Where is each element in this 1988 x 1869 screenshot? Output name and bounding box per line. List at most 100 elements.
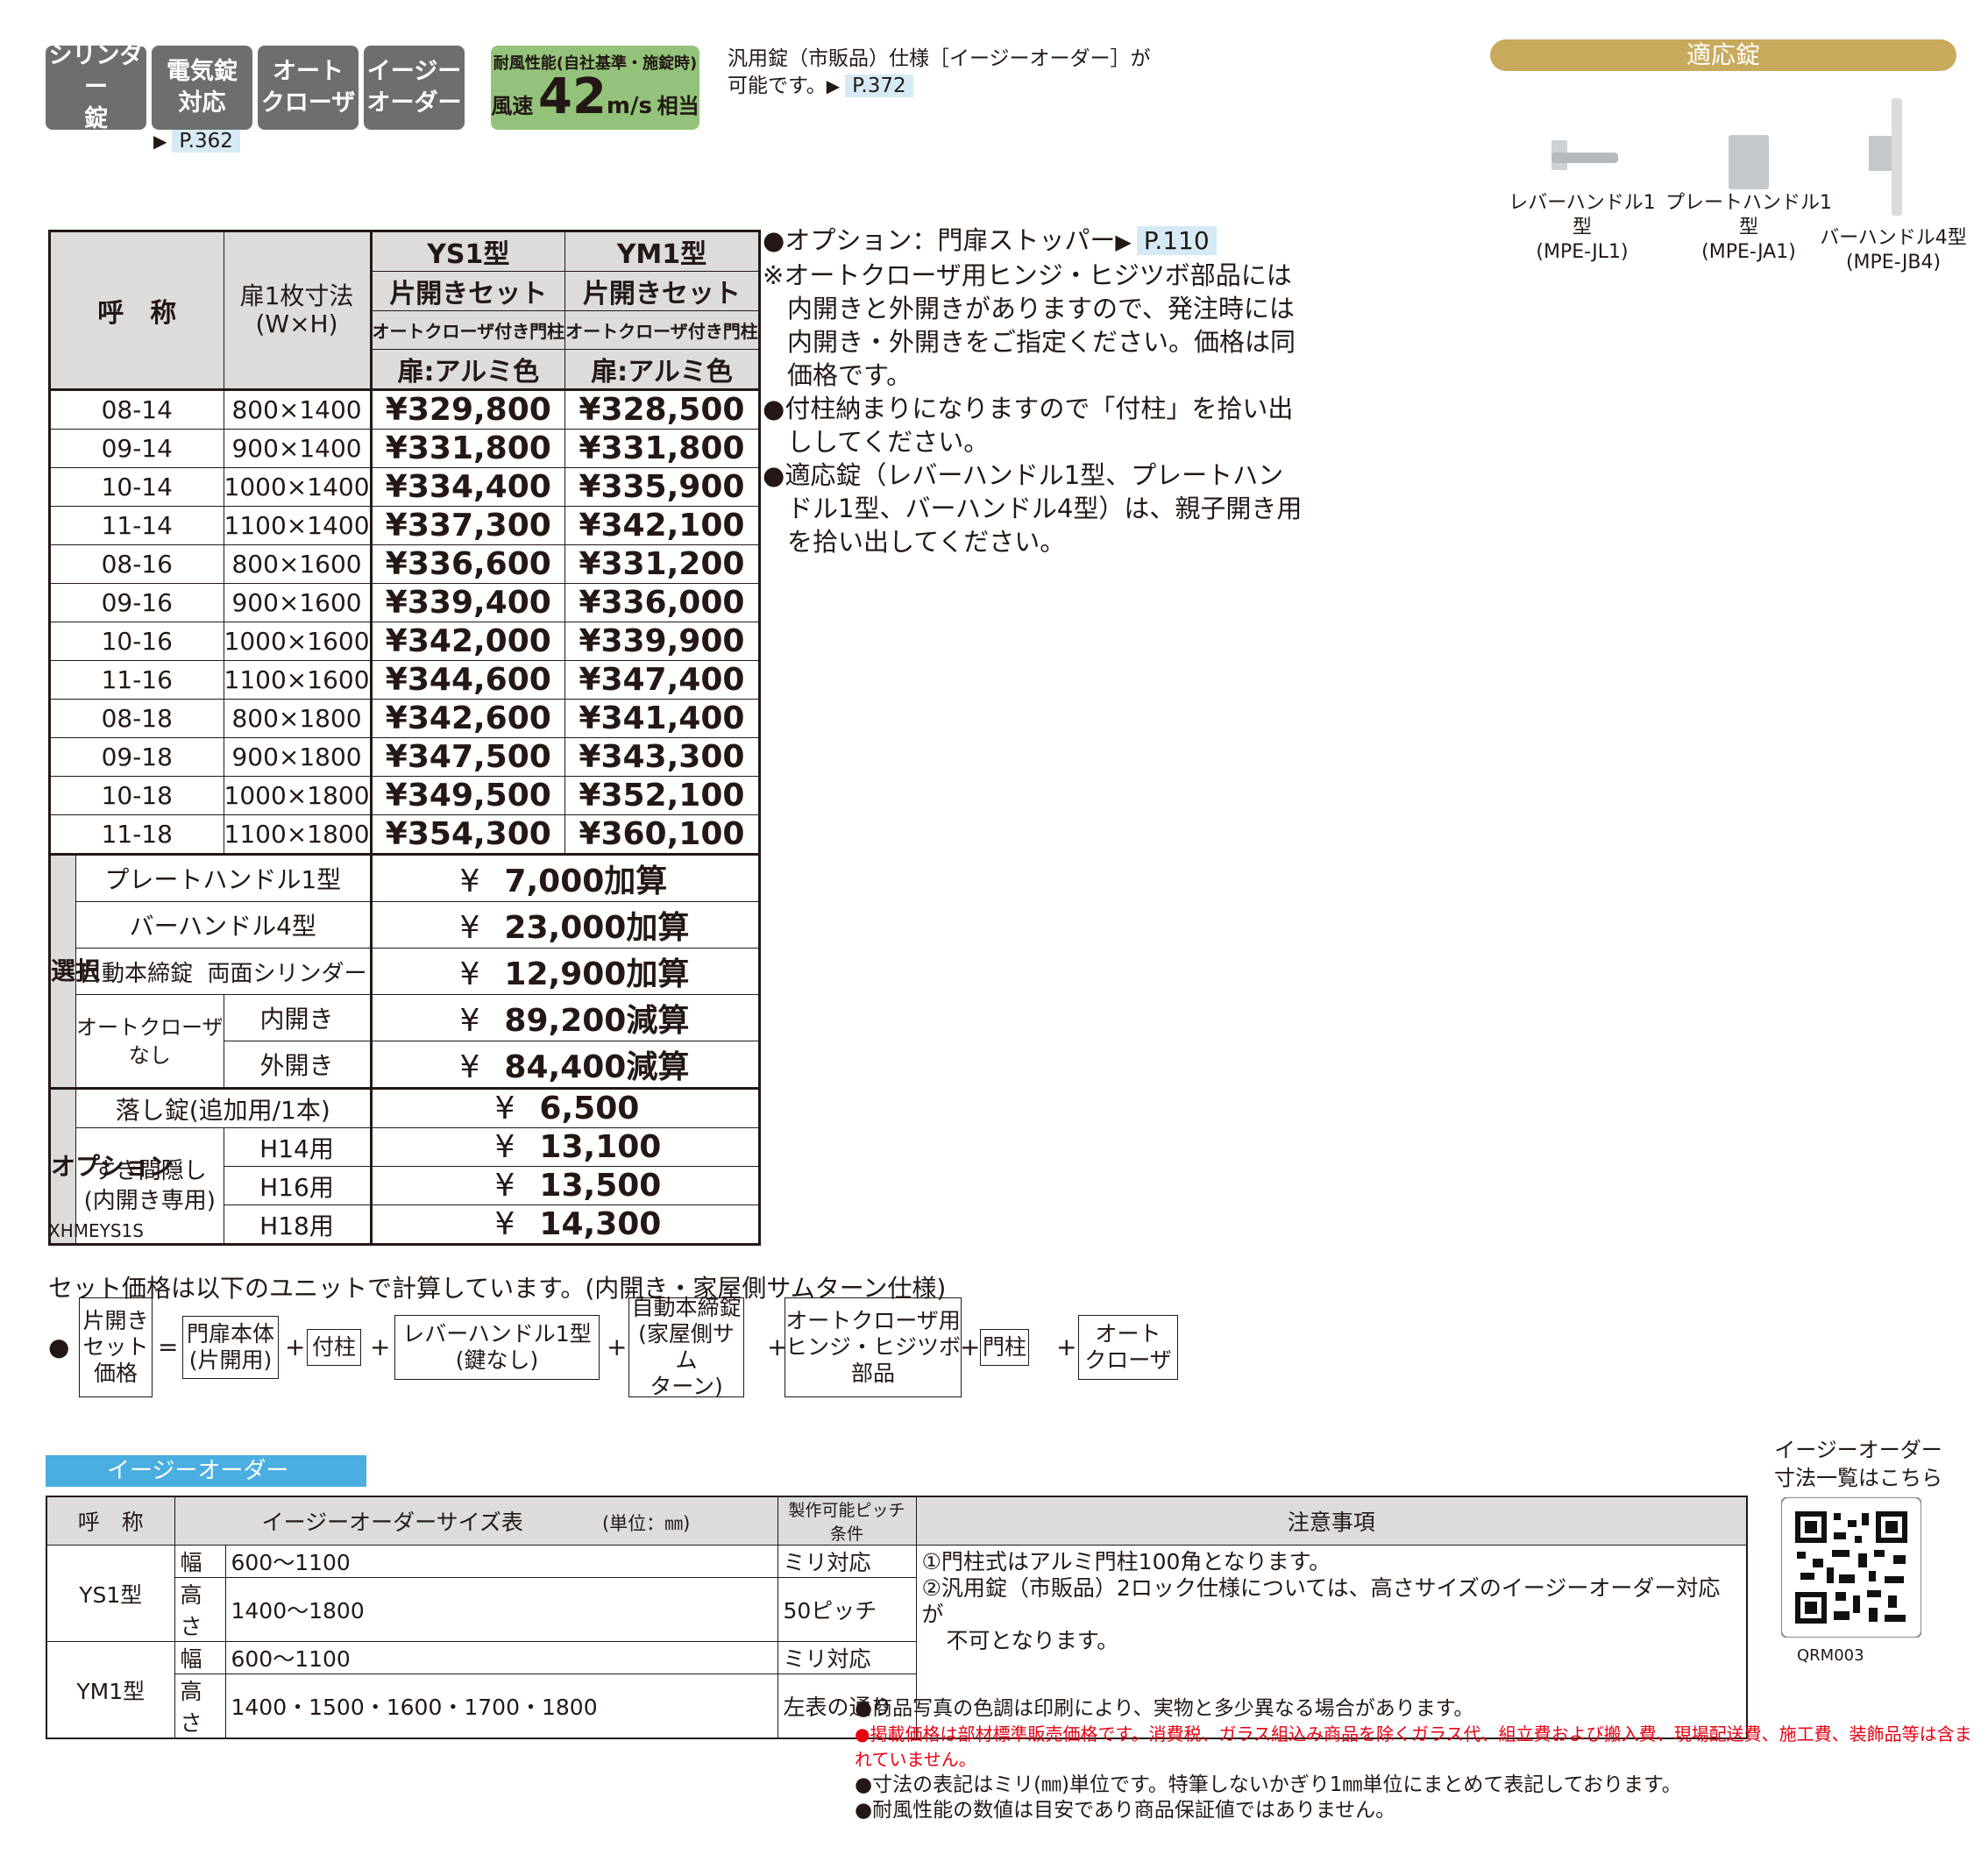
row-code: 10-18 bbox=[49, 776, 224, 815]
ez-header-size: イージーオーダーサイズ表 (単位：㎜) bbox=[174, 1496, 778, 1546]
note-page-ref[interactable]: P.110 bbox=[1136, 226, 1217, 255]
table-row: 11-16 1100×1600 ¥344,600 ¥347,400 bbox=[49, 660, 760, 700]
table-row: 11-14 1100×1400 ¥337,300 ¥342,100 bbox=[49, 506, 760, 545]
badge-electric-lock: 電気錠 対応 bbox=[152, 46, 252, 130]
plus-sign: + bbox=[960, 1332, 981, 1361]
ez-pitch: ミリ対応 bbox=[777, 1641, 917, 1674]
row-ym1-price: ¥331,800 bbox=[564, 429, 760, 468]
ez-value: 1400～1800 bbox=[224, 1577, 778, 1642]
row-ys1-price: ¥339,400 bbox=[369, 583, 566, 622]
select-inside-label: 内開き bbox=[223, 994, 372, 1041]
ez-pitch: ミリ対応 bbox=[777, 1545, 917, 1578]
row-size: 1100×1800 bbox=[223, 814, 372, 855]
triangle-icon: ▶ bbox=[153, 131, 167, 152]
option-h14-label: H14用 bbox=[223, 1127, 372, 1167]
set-unit-box: 付柱 bbox=[307, 1329, 361, 1366]
badge-cylinder-lock: シリンダー錠 bbox=[46, 42, 146, 132]
row-ys1-price: ¥354,300 bbox=[369, 814, 566, 855]
table-row: 09-14 900×1400 ¥331,800 ¥331,800 bbox=[49, 429, 760, 468]
select-auto-lock-label: 自動本締錠 両面シリンダー bbox=[75, 948, 372, 995]
plate-handle-caption: プレートハンドル1型 (MPE-JA1) bbox=[1665, 192, 1832, 263]
select-outside-label: 外開き bbox=[223, 1041, 372, 1089]
select-auto-lock-price: ¥12,900加算 bbox=[369, 948, 760, 995]
row-code: 10-16 bbox=[49, 622, 224, 661]
option-h18-label: H18用 bbox=[223, 1205, 372, 1245]
select-bar-label: バーハンドル4型 bbox=[75, 901, 372, 949]
plus-sign: + bbox=[1056, 1332, 1077, 1361]
header-name: 呼 称 bbox=[49, 231, 224, 390]
row-code: 10-14 bbox=[49, 467, 224, 507]
row-size: 1000×1400 bbox=[223, 467, 372, 507]
footer-notes: ●商品写真の色調は印刷により、実物と多少異なる場合があります。 ●掲載価格は部材標… bbox=[855, 1696, 1988, 1823]
row-ym1-price: ¥339,900 bbox=[564, 622, 760, 661]
row-code: 08-16 bbox=[49, 544, 224, 584]
row-ym1-price: ¥336,000 bbox=[564, 583, 760, 622]
row-size: 1100×1400 bbox=[223, 506, 372, 545]
select-no-closer-label: オートクローザ なし bbox=[75, 994, 224, 1089]
row-ys1-price: ¥344,600 bbox=[369, 660, 566, 700]
footer-note: ●耐風性能の数値は目安であり商品保証値ではありません。 bbox=[855, 1799, 1396, 1822]
row-code: 11-16 bbox=[49, 660, 224, 700]
ez-dim: 幅 bbox=[174, 1545, 226, 1578]
ez-dim: 幅 bbox=[174, 1641, 226, 1674]
table-row: 11-18 1100×1800 ¥354,300 ¥360,100 bbox=[49, 814, 760, 855]
note-item: ●オプション：門扉ストッパー▶ P.110 bbox=[763, 224, 1306, 259]
row-ym1-price: ¥360,100 bbox=[564, 814, 760, 855]
row-ym1-price: ¥343,300 bbox=[564, 737, 760, 777]
row-ym1-price: ¥341,400 bbox=[564, 699, 760, 738]
ez-model-ym1: YM1型 bbox=[46, 1641, 175, 1739]
header-ym1-sub: オートクローザ付き門柱 bbox=[564, 310, 760, 350]
footer-note: ●寸法の表記はミリ(㎜)単位です。特筆しないかぎり1㎜単位にまとめて表記しており… bbox=[855, 1773, 1682, 1796]
easy-order-note: 汎用錠（市販品）仕様［イージーオーダー］が 可能です。▶ P.372 bbox=[728, 47, 1151, 97]
product-code: XHMEYS1S bbox=[48, 1220, 144, 1241]
ez-dim: 高さ bbox=[174, 1577, 226, 1642]
ez-model-ys1: YS1型 bbox=[46, 1545, 175, 1642]
qr-code-icon[interactable] bbox=[1781, 1497, 1921, 1638]
row-ys1-price: ¥349,500 bbox=[369, 776, 566, 815]
option-h18-price: ¥14,300 bbox=[369, 1205, 760, 1245]
set-unit-box: オート クローザ bbox=[1078, 1315, 1178, 1380]
row-size: 800×1800 bbox=[223, 699, 372, 738]
qr-code-id: QRM003 bbox=[1797, 1646, 1864, 1665]
table-row: 10-14 1000×1400 ¥334,400 ¥335,900 bbox=[49, 467, 760, 507]
header-ym1: YM1型 bbox=[564, 231, 760, 272]
set-unit-box: オートクローザ用 ヒンジ・ヒジツボ 部品 bbox=[785, 1297, 962, 1397]
badge-auto-closer: オート クローザ bbox=[258, 46, 359, 130]
option-h16-price: ¥13,500 bbox=[369, 1166, 760, 1205]
option-drop-price: ¥6,500 bbox=[369, 1087, 760, 1128]
ez-header-name: 呼 称 bbox=[46, 1496, 175, 1546]
option-h14-price: ¥13,100 bbox=[369, 1127, 760, 1167]
easy-order-page-ref[interactable]: P.372 bbox=[845, 75, 913, 97]
bar-handle-caption: バーハンドル4型 (MPE-JB4) bbox=[1820, 227, 1967, 274]
row-ys1-price: ¥336,600 bbox=[369, 544, 566, 584]
ez-dim: 高さ bbox=[174, 1674, 226, 1739]
table-row: 09-16 900×1600 ¥339,400 ¥336,000 bbox=[49, 583, 760, 622]
row-code: 09-14 bbox=[49, 429, 224, 468]
table-row: 09-18 900×1800 ¥347,500 ¥343,300 bbox=[49, 737, 760, 777]
note-item: ●適応錠（レバーハンドル1型、プレートハンドル1型、バーハンドル4型）は、親子開… bbox=[763, 460, 1303, 557]
ez-value: 600～1100 bbox=[224, 1641, 778, 1674]
price-table: 呼 称 扉1枚寸法 (W×H) YS1型 YM1型 片開きセット 片開きセット オ… bbox=[48, 230, 761, 1246]
triangle-icon: ▶ bbox=[826, 75, 841, 96]
footer-note: ●掲載価格は部材標準販売価格です。消費税、ガラス組込み商品を除くガラス代、組立費… bbox=[855, 1723, 1972, 1770]
row-ym1-price: ¥347,400 bbox=[564, 660, 760, 700]
notes-list: ●オプション：門扉ストッパー▶ P.110 ※オートクローザ用ヒンジ・ヒジツボ部品に… bbox=[763, 224, 1306, 558]
row-size: 1100×1600 bbox=[223, 660, 372, 700]
row-size: 800×1400 bbox=[223, 388, 372, 430]
set-unit-box: 門柱 bbox=[980, 1329, 1029, 1366]
header-ys1-color: 扉:アルミ色 bbox=[369, 349, 566, 390]
select-inside-price: ¥89,200減算 bbox=[369, 994, 760, 1041]
row-size: 900×1400 bbox=[223, 429, 372, 468]
row-ys1-price: ¥331,800 bbox=[369, 429, 566, 468]
row-ym1-price: ¥352,100 bbox=[564, 776, 760, 815]
row-ym1-price: ¥328,500 bbox=[564, 388, 760, 430]
option-drop-label: 落し錠(追加用/1本) bbox=[75, 1087, 372, 1128]
plus-sign: + bbox=[285, 1332, 306, 1361]
badge-page-ref[interactable]: ▶ P.362 bbox=[153, 130, 240, 153]
row-code: 09-18 bbox=[49, 737, 224, 777]
select-bar-price: ¥23,000加算 bbox=[369, 901, 760, 949]
wind-resistance-badge: 耐風性能(自社基準・施錠時) 風速 42m/s 相当 bbox=[491, 46, 699, 130]
set-unit-box: 自動本締錠 (家屋側サム ターン) bbox=[628, 1295, 744, 1399]
row-ys1-price: ¥342,600 bbox=[369, 699, 566, 738]
row-ys1-price: ¥329,800 bbox=[369, 388, 566, 430]
